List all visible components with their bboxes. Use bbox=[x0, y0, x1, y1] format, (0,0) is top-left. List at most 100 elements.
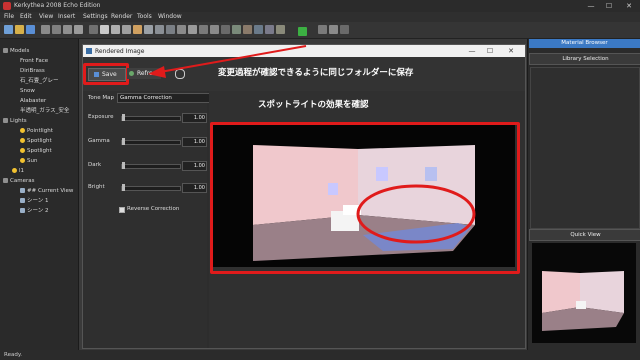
tree-item[interactable]: シーン 1 bbox=[20, 197, 48, 205]
tool-icon[interactable] bbox=[177, 25, 186, 34]
status-text: Ready. bbox=[4, 352, 23, 358]
tree-item[interactable]: Snow bbox=[20, 87, 35, 95]
tool-icon[interactable] bbox=[232, 25, 241, 34]
exposure-slider-thumb[interactable] bbox=[122, 114, 125, 121]
tool-icon[interactable] bbox=[89, 25, 98, 34]
tree-label: Lights bbox=[10, 118, 27, 124]
tool-icon[interactable] bbox=[221, 25, 230, 34]
tree-item[interactable]: Alabaster bbox=[20, 97, 46, 105]
dialog-minimize-button[interactable]: — bbox=[465, 46, 479, 56]
close-button[interactable]: ✕ bbox=[622, 1, 636, 11]
tree-item[interactable]: DiriBrass bbox=[20, 67, 45, 75]
exposure-value[interactable]: 1.00 bbox=[182, 113, 207, 123]
menu-insert[interactable]: Insert bbox=[58, 12, 75, 22]
tree-item[interactable]: l1 bbox=[12, 167, 24, 175]
tree-models-header[interactable]: Models bbox=[3, 47, 29, 55]
tree-item[interactable]: Pointlight bbox=[20, 127, 53, 135]
tree-item[interactable]: シーン 2 bbox=[20, 207, 48, 215]
tree-item[interactable]: 石_石畳_グレー bbox=[20, 77, 59, 85]
tool-icon[interactable] bbox=[166, 25, 175, 34]
bright-slider[interactable] bbox=[121, 186, 181, 191]
tree-cameras-header[interactable]: Cameras bbox=[3, 177, 34, 185]
tool-icon[interactable] bbox=[199, 25, 208, 34]
pan-hand-icon[interactable] bbox=[133, 25, 142, 34]
folder-icon bbox=[3, 178, 8, 183]
tool-icon[interactable] bbox=[210, 25, 219, 34]
menu-view[interactable]: View bbox=[39, 12, 53, 22]
material-list[interactable] bbox=[530, 67, 640, 229]
tree-item[interactable]: Sun bbox=[20, 157, 37, 165]
tree-label: シーン 1 bbox=[27, 198, 49, 204]
render-icon[interactable] bbox=[298, 27, 307, 36]
tool-icon[interactable] bbox=[243, 25, 252, 34]
tree-item[interactable]: ## Current View bbox=[20, 187, 73, 195]
folder-icon bbox=[3, 118, 8, 123]
new-scene-icon[interactable] bbox=[4, 25, 13, 34]
gamma-label: Gamma bbox=[88, 138, 110, 144]
light-bulb-icon bbox=[20, 138, 25, 143]
tool-icon[interactable] bbox=[276, 25, 285, 34]
scene-tree-panel: Models Front Face DiriBrass 石_石畳_グレー Sno… bbox=[0, 39, 79, 350]
gamma-slider-thumb[interactable] bbox=[122, 138, 125, 145]
tree-lights-header[interactable]: Lights bbox=[3, 117, 27, 125]
library-selection-button[interactable]: Library Selection bbox=[529, 53, 640, 65]
quick-view-button[interactable]: Quick View bbox=[529, 229, 640, 241]
open-icon[interactable] bbox=[15, 25, 24, 34]
menu-render[interactable]: Render bbox=[111, 12, 132, 22]
reverse-correction-label: Reverse Correction bbox=[127, 206, 180, 212]
tree-label: Pointlight bbox=[27, 128, 53, 134]
tool-icon[interactable] bbox=[111, 25, 120, 34]
tool-icon[interactable] bbox=[52, 25, 61, 34]
tree-label: l1 bbox=[19, 168, 25, 174]
bright-label: Bright bbox=[88, 184, 105, 190]
menu-edit[interactable]: Edit bbox=[20, 12, 32, 22]
dialog-maximize-button[interactable]: ☐ bbox=[483, 46, 497, 56]
gamma-value[interactable]: 1.00 bbox=[182, 137, 207, 147]
tree-item[interactable]: Front Face bbox=[20, 57, 48, 65]
tool-icon[interactable] bbox=[340, 25, 349, 34]
dark-value[interactable]: 1.00 bbox=[182, 161, 207, 171]
tool-icon[interactable] bbox=[144, 25, 153, 34]
tool-icon[interactable] bbox=[41, 25, 50, 34]
tree-item[interactable]: 半透明_ガラス_安全 bbox=[20, 107, 69, 115]
reverse-correction-checkbox[interactable] bbox=[119, 207, 125, 213]
tree-item[interactable]: Spotlight bbox=[20, 137, 52, 145]
maximize-button[interactable]: ☐ bbox=[602, 1, 616, 11]
tool-icon[interactable] bbox=[265, 25, 274, 34]
light-bulb-icon bbox=[20, 158, 25, 163]
bright-value[interactable]: 1.00 bbox=[182, 183, 207, 193]
tool-icon[interactable] bbox=[188, 25, 197, 34]
minimize-button[interactable]: — bbox=[584, 1, 598, 11]
tool-icon[interactable] bbox=[122, 25, 131, 34]
menu-window[interactable]: Window bbox=[158, 12, 182, 22]
material-browser-panel: Material Browser Library Selection Quick… bbox=[527, 39, 640, 350]
gamma-slider[interactable] bbox=[121, 140, 181, 145]
bright-slider-thumb[interactable] bbox=[122, 184, 125, 191]
tree-item[interactable]: Spotlight bbox=[20, 147, 52, 155]
tool-icon[interactable] bbox=[329, 25, 338, 34]
app-titlebar: Kerkythea 2008 Echo Edition — ☐ ✕ bbox=[0, 0, 640, 12]
dialog-close-button[interactable]: ✕ bbox=[504, 46, 518, 56]
exposure-label: Exposure bbox=[88, 114, 114, 120]
tool-icon[interactable] bbox=[318, 25, 327, 34]
tool-icon[interactable] bbox=[100, 25, 109, 34]
tool-icon[interactable] bbox=[74, 25, 83, 34]
exposure-slider[interactable] bbox=[121, 116, 181, 121]
tone-map-select[interactable]: Gamma Correction bbox=[117, 93, 211, 103]
tree-label: Cameras bbox=[10, 178, 35, 184]
menu-tools[interactable]: Tools bbox=[137, 12, 152, 22]
dark-slider[interactable] bbox=[121, 164, 181, 169]
tool-icon[interactable] bbox=[254, 25, 263, 34]
tree-label: Sun bbox=[27, 158, 38, 164]
tool-icon[interactable] bbox=[63, 25, 72, 34]
menu-file[interactable]: File bbox=[4, 12, 14, 22]
menu-settings[interactable]: Settings bbox=[83, 12, 108, 22]
tone-map-panel: Tone Map Gamma Correction Exposure 1.00 … bbox=[83, 91, 211, 348]
material-browser-header[interactable]: Material Browser bbox=[529, 39, 640, 48]
menu-bar: File Edit View Insert Settings Render To… bbox=[0, 12, 640, 22]
dark-slider-thumb[interactable] bbox=[122, 162, 125, 169]
tool-icon[interactable] bbox=[155, 25, 164, 34]
save-icon[interactable] bbox=[26, 25, 35, 34]
dark-label: Dark bbox=[88, 162, 102, 168]
tree-label: Spotlight bbox=[27, 138, 52, 144]
